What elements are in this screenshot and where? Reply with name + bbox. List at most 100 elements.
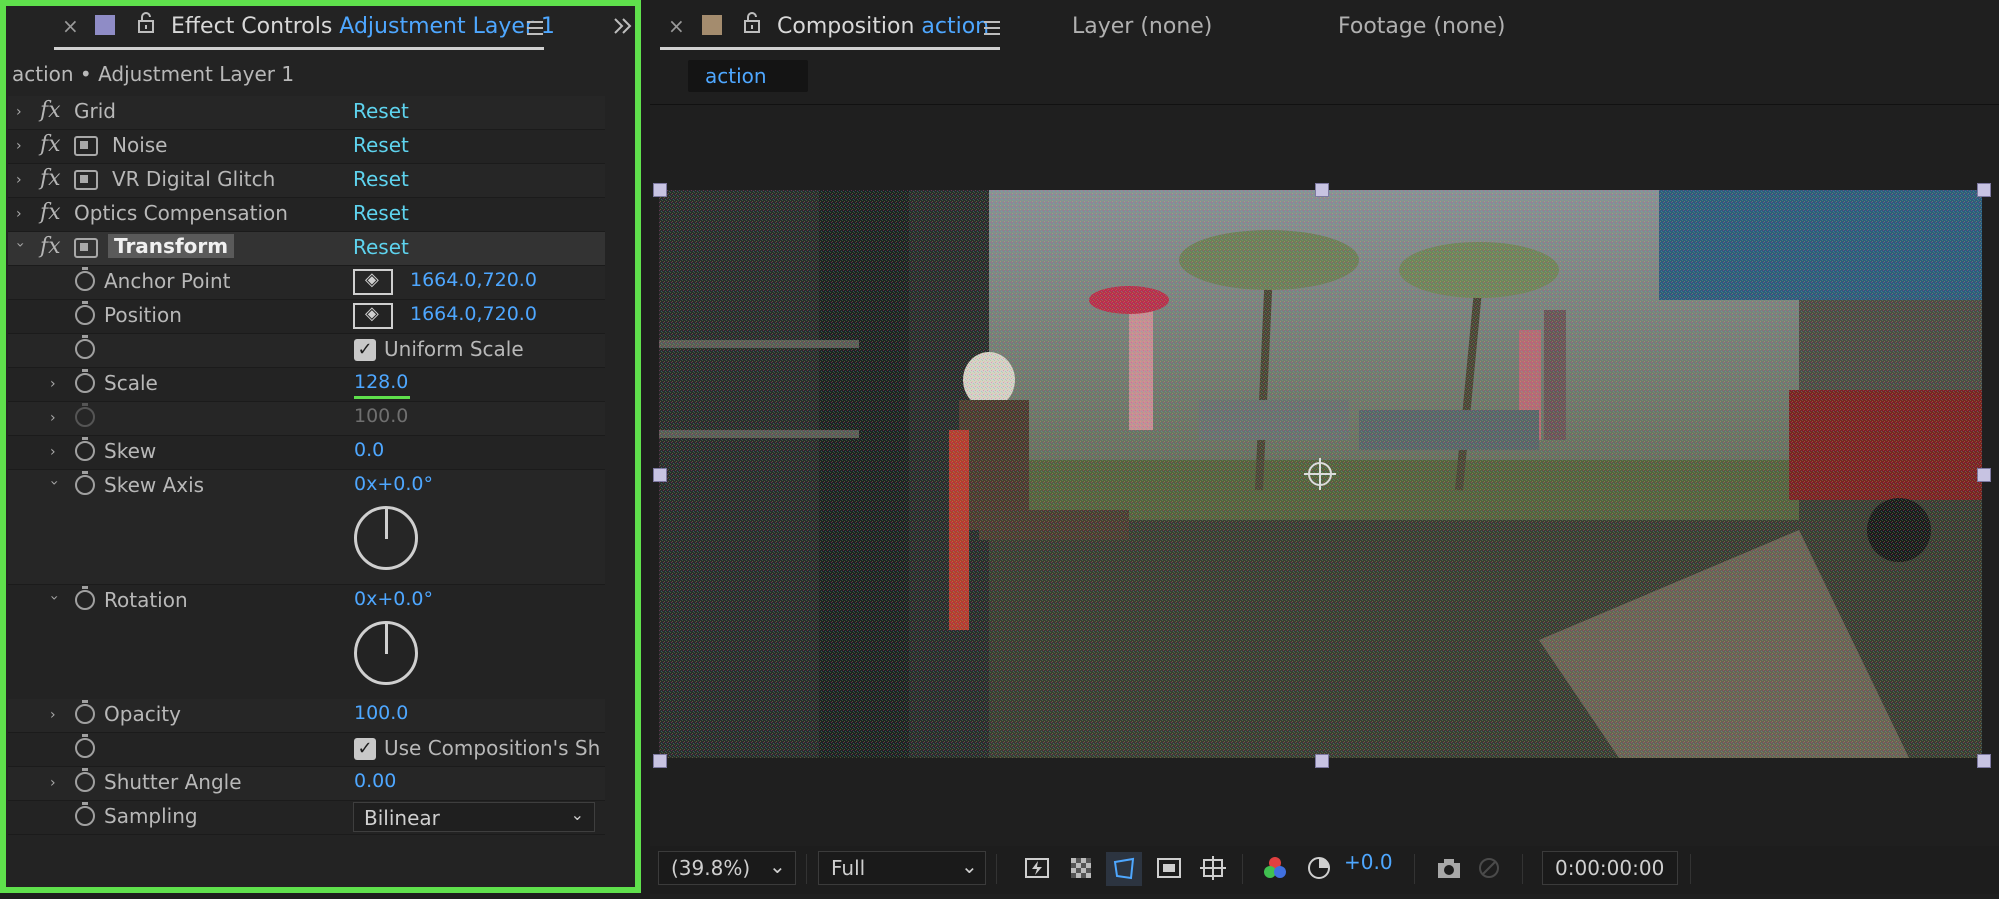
label-color-swatch[interactable] (702, 15, 722, 35)
sampling-dropdown[interactable]: Bilinear ⌄ (353, 802, 595, 832)
effect-controls-tabbar: × Effect Controls Adjustment Layer 1 (0, 0, 641, 54)
uniform-scale-checkbox[interactable]: ✓ (354, 339, 376, 361)
opacity-value[interactable]: 100.0 (354, 702, 408, 724)
composition-viewer-frame[interactable] (659, 190, 1982, 758)
chevron-down-icon[interactable]: › (46, 595, 62, 605)
toolbar-divider (1690, 854, 1691, 884)
layer-tab[interactable]: Layer (none) (1072, 14, 1212, 39)
reset-link[interactable]: Reset (353, 235, 409, 259)
transform-handle[interactable] (653, 754, 667, 768)
rotation-dial[interactable] (354, 621, 418, 685)
footage-tab[interactable]: Footage (none) (1338, 14, 1505, 39)
fx-toggle-icon[interactable]: fx (40, 200, 61, 225)
close-icon[interactable]: × (668, 14, 685, 38)
stopwatch-icon[interactable] (75, 586, 95, 610)
current-time-display[interactable]: 0:00:00:00 (1542, 851, 1678, 885)
active-tab-underline (54, 47, 544, 50)
reset-link[interactable]: Reset (353, 133, 409, 157)
chevron-down-icon[interactable]: › (46, 480, 62, 490)
fx-toggle-icon[interactable]: fx (40, 98, 61, 123)
stopwatch-icon[interactable] (75, 768, 95, 792)
use-comp-shutter-checkbox[interactable]: ✓ (354, 738, 376, 760)
effect-row-vr-digital-glitch[interactable]: › fx VR Digital Glitch Reset (8, 164, 605, 198)
stopwatch-icon[interactable] (75, 301, 95, 325)
panel-menu-icon[interactable] (527, 21, 543, 35)
chevron-down-icon: ⌄ (961, 854, 978, 878)
transform-handle[interactable] (653, 468, 667, 482)
point-picker-icon[interactable] (353, 269, 393, 295)
effect-controls-tab[interactable]: Effect Controls Adjustment Layer 1 (171, 14, 555, 39)
transform-handle[interactable] (1315, 183, 1329, 197)
chevron-right-icon[interactable]: › (50, 775, 60, 791)
transform-handle[interactable] (1977, 468, 1991, 482)
exposure-value[interactable]: +0.0 (1344, 850, 1393, 874)
anchor-point-value[interactable]: 1664.0,720.0 (410, 269, 537, 291)
reset-link[interactable]: Reset (353, 201, 409, 225)
chevron-right-icon[interactable]: › (16, 172, 26, 188)
fx-toggle-icon[interactable]: fx (40, 166, 61, 191)
transform-handle[interactable] (1977, 183, 1991, 197)
point-picker-icon[interactable] (353, 303, 393, 329)
stopwatch-icon[interactable] (75, 802, 95, 826)
transform-handle[interactable] (1977, 754, 1991, 768)
lock-icon[interactable] (743, 12, 761, 34)
fx-toggle-icon[interactable]: fx (40, 234, 61, 259)
property-row-anchor-point: Anchor Point 1664.0,720.0 (8, 266, 605, 300)
resolution-dropdown[interactable]: Full ⌄ (818, 851, 986, 885)
grid-guides-icon[interactable] (1200, 855, 1226, 881)
effect-row-optics-compensation[interactable]: › fx Optics Compensation Reset (8, 198, 605, 232)
chevron-right-icon[interactable]: › (50, 707, 60, 723)
transform-handle[interactable] (1315, 754, 1329, 768)
property-label: Scale (104, 371, 158, 395)
magnification-dropdown[interactable]: (39.8%) ⌄ (658, 851, 796, 885)
effect-row-noise[interactable]: › fx Noise Reset (8, 130, 605, 164)
fx-toggle-icon[interactable]: fx (40, 132, 61, 157)
skew-axis-value[interactable]: 0x+0.0° (354, 473, 433, 495)
effect-row-transform[interactable]: › fx Transform Reset (8, 232, 605, 266)
fast-previews-icon[interactable] (1024, 855, 1050, 881)
transparency-grid-icon[interactable] (1068, 855, 1094, 881)
transform-handle[interactable] (653, 183, 667, 197)
comp-navigator-pill[interactable]: action (688, 60, 808, 92)
composition-tab[interactable]: Composition action (777, 14, 989, 39)
chevron-right-icon[interactable]: › (16, 104, 26, 120)
reset-exposure-icon[interactable] (1306, 855, 1332, 881)
panel-menu-icon[interactable] (984, 21, 1000, 35)
skew-value[interactable]: 0.0 (354, 439, 384, 461)
show-snapshot-icon[interactable] (1476, 855, 1502, 881)
skew-axis-dial[interactable] (354, 506, 418, 570)
camera-icon[interactable] (1436, 855, 1462, 881)
chevron-down-icon[interactable]: › (12, 242, 28, 252)
close-icon[interactable]: × (62, 14, 79, 38)
shutter-angle-value[interactable]: 0.00 (354, 770, 396, 792)
reset-link[interactable]: Reset (353, 99, 409, 123)
chevron-right-icon[interactable]: › (16, 206, 26, 222)
position-value[interactable]: 1664.0,720.0 (410, 303, 537, 325)
stopwatch-icon[interactable] (75, 734, 95, 758)
scale-value-highlight (354, 396, 410, 399)
chevron-right-icon[interactable]: › (50, 376, 60, 392)
scale-value[interactable]: 128.0 (354, 371, 408, 393)
effect-row-grid[interactable]: › fx Grid Reset (8, 96, 605, 130)
stopwatch-icon[interactable] (75, 437, 95, 461)
rotation-value[interactable]: 0x+0.0° (354, 588, 433, 610)
color-channels-icon[interactable] (1262, 855, 1288, 881)
reset-link[interactable]: Reset (353, 167, 409, 191)
chevron-right-icon[interactable]: › (50, 410, 60, 426)
effect-preset-icon (74, 238, 98, 258)
property-row-position: Position 1664.0,720.0 (8, 300, 605, 334)
property-label: Anchor Point (104, 269, 231, 293)
lock-icon[interactable] (137, 12, 155, 34)
stopwatch-icon[interactable] (75, 700, 95, 724)
stopwatch-icon[interactable] (75, 267, 95, 291)
mask-visibility-button[interactable] (1106, 852, 1142, 886)
region-of-interest-icon[interactable] (1156, 855, 1182, 881)
chevron-right-icon[interactable]: › (50, 444, 60, 460)
label-color-swatch[interactable] (95, 15, 115, 35)
stopwatch-icon[interactable] (75, 335, 95, 359)
stopwatch-icon[interactable] (75, 471, 95, 495)
expand-panels-icon[interactable] (612, 15, 634, 37)
chevron-right-icon[interactable]: › (16, 138, 26, 154)
magnification-value: (39.8%) (671, 856, 751, 880)
stopwatch-icon[interactable] (75, 369, 95, 393)
